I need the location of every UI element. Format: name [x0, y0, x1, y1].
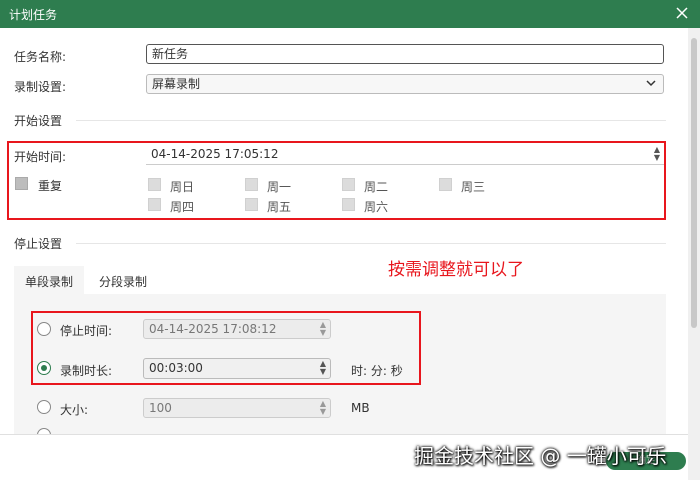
weekday-checkbox-thu[interactable] — [148, 198, 161, 211]
chevron-down-icon[interactable]: ▼ — [654, 154, 660, 162]
duration-label: 录制时长: — [60, 364, 113, 378]
window-title: 计划任务 — [9, 8, 58, 22]
weekday-label-mon: 周一 — [267, 180, 292, 194]
task-name-input[interactable]: 新任务 — [146, 44, 664, 64]
stop-time-stepper[interactable]: ▲ ▼ — [320, 321, 326, 337]
title-bar: 计划任务 — [0, 0, 700, 28]
weekday-checkbox-sat[interactable] — [342, 198, 355, 211]
stop-section-title: 停止设置 — [14, 237, 63, 251]
weekday-label-sun: 周日 — [170, 180, 195, 194]
stop-section-divider — [76, 243, 666, 244]
stop-time-input[interactable]: 04-14-2025 17:08:12 ▲ ▼ — [143, 319, 331, 339]
size-stepper[interactable]: ▲ ▼ — [320, 400, 326, 416]
annotation-text: 按需调整就可以了 — [388, 260, 524, 280]
weekday-checkbox-wed[interactable] — [439, 178, 452, 191]
start-section-title: 开始设置 — [14, 114, 63, 128]
duration-value: 00:03:00 — [149, 361, 203, 375]
tab-multi-segment[interactable]: 分段录制 — [88, 266, 158, 294]
close-icon[interactable] — [674, 5, 690, 21]
scrollbar-thumb[interactable] — [691, 38, 697, 328]
start-time-input[interactable]: 04-14-2025 17:05:12 ▲ ▼ — [146, 145, 664, 165]
weekday-checkbox-fri[interactable] — [245, 198, 258, 211]
start-time-value: 04-14-2025 17:05:12 — [151, 147, 279, 161]
weekday-label-sat: 周六 — [364, 200, 389, 214]
duration-radio[interactable] — [37, 361, 51, 375]
weekday-checkbox-mon[interactable] — [245, 178, 258, 191]
size-unit: MB — [351, 401, 370, 415]
duration-input[interactable]: 00:03:00 ▲ ▼ — [143, 358, 331, 379]
stop-time-label: 停止时间: — [60, 324, 113, 338]
weekday-checkbox-sun[interactable] — [148, 178, 161, 191]
scrollbar[interactable] — [688, 28, 700, 480]
record-setting-label: 录制设置: — [14, 80, 67, 94]
duration-stepper[interactable]: ▲ ▼ — [320, 360, 326, 376]
weekday-checkbox-tue[interactable] — [342, 178, 355, 191]
chevron-down-icon[interactable]: ▼ — [320, 408, 326, 416]
record-setting-value: 屏幕录制 — [152, 77, 201, 91]
repeat-checkbox[interactable] — [15, 177, 28, 190]
weekday-label-thu: 周四 — [170, 200, 195, 214]
start-time-label: 开始时间: — [14, 150, 67, 164]
watermark: 掘金技术社区 @ 一罐小可乐 — [414, 444, 667, 468]
start-time-stepper[interactable]: ▲ ▼ — [654, 146, 660, 162]
weekday-label-fri: 周五 — [267, 200, 292, 214]
chevron-down-icon[interactable]: ▼ — [320, 329, 326, 337]
size-input[interactable]: 100 ▲ ▼ — [143, 398, 331, 418]
task-name-label: 任务名称: — [14, 50, 67, 64]
duration-unit: 时: 分: 秒 — [351, 364, 403, 378]
size-radio[interactable] — [37, 400, 51, 414]
size-value: 100 — [149, 401, 172, 415]
chevron-down-icon[interactable]: ▼ — [320, 368, 326, 376]
stop-time-value: 04-14-2025 17:08:12 — [149, 322, 277, 336]
stop-time-radio[interactable] — [37, 322, 51, 336]
tab-single-segment[interactable]: 单段录制 — [14, 266, 84, 294]
record-setting-select[interactable]: 屏幕录制 — [146, 74, 664, 94]
start-section-divider — [76, 120, 666, 121]
size-label: 大小: — [60, 403, 89, 417]
chevron-down-icon — [646, 80, 656, 87]
weekday-label-wed: 周三 — [461, 180, 486, 194]
weekday-label-tue: 周二 — [364, 180, 389, 194]
repeat-label: 重复 — [38, 179, 63, 193]
